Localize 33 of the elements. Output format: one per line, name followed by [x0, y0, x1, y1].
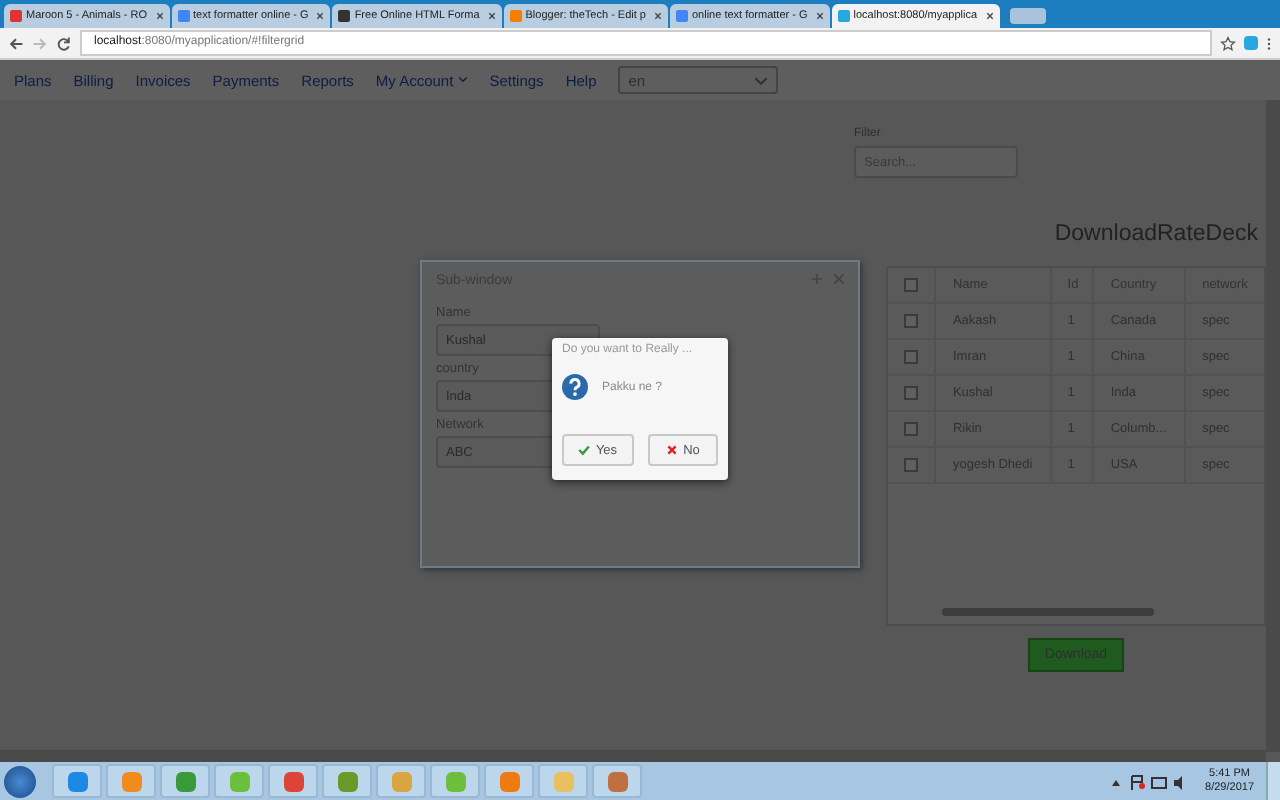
- reload-icon[interactable]: [56, 35, 72, 51]
- favicon-icon: [177, 10, 190, 22]
- caret-icon: [754, 75, 769, 85]
- forward-icon[interactable]: [32, 35, 48, 51]
- favicon-icon: [338, 10, 351, 22]
- cross-icon: [665, 444, 678, 456]
- maximize-icon[interactable]: [812, 274, 822, 284]
- favicon-icon: [509, 10, 522, 22]
- checkbox[interactable]: [904, 386, 918, 400]
- new-tab-button[interactable]: [1009, 8, 1046, 24]
- back-icon[interactable]: [8, 35, 24, 51]
- checkbox[interactable]: [904, 278, 918, 292]
- close-icon[interactable]: [316, 12, 325, 20]
- extension-icon[interactable]: [1244, 36, 1258, 50]
- favicon-icon: [676, 10, 688, 22]
- checkbox[interactable]: [904, 422, 918, 436]
- star-icon[interactable]: [1220, 35, 1236, 51]
- close-icon[interactable]: [654, 12, 662, 20]
- start-button[interactable]: [4, 765, 36, 797]
- checkbox[interactable]: [904, 458, 918, 472]
- favicon-icon: [837, 10, 850, 22]
- menu-icon[interactable]: [1266, 35, 1272, 51]
- favicon-icon: [10, 10, 22, 22]
- question-icon: [562, 374, 588, 400]
- checkbox[interactable]: [904, 314, 918, 328]
- close-icon[interactable]: [487, 12, 496, 20]
- close-icon[interactable]: [985, 12, 994, 20]
- close-icon[interactable]: [815, 12, 824, 20]
- check-icon: [577, 444, 590, 456]
- checkbox[interactable]: [904, 350, 918, 364]
- scrollbar[interactable]: [0, 750, 1266, 762]
- show-desktop-button[interactable]: [1266, 762, 1280, 800]
- close-icon[interactable]: [155, 12, 164, 20]
